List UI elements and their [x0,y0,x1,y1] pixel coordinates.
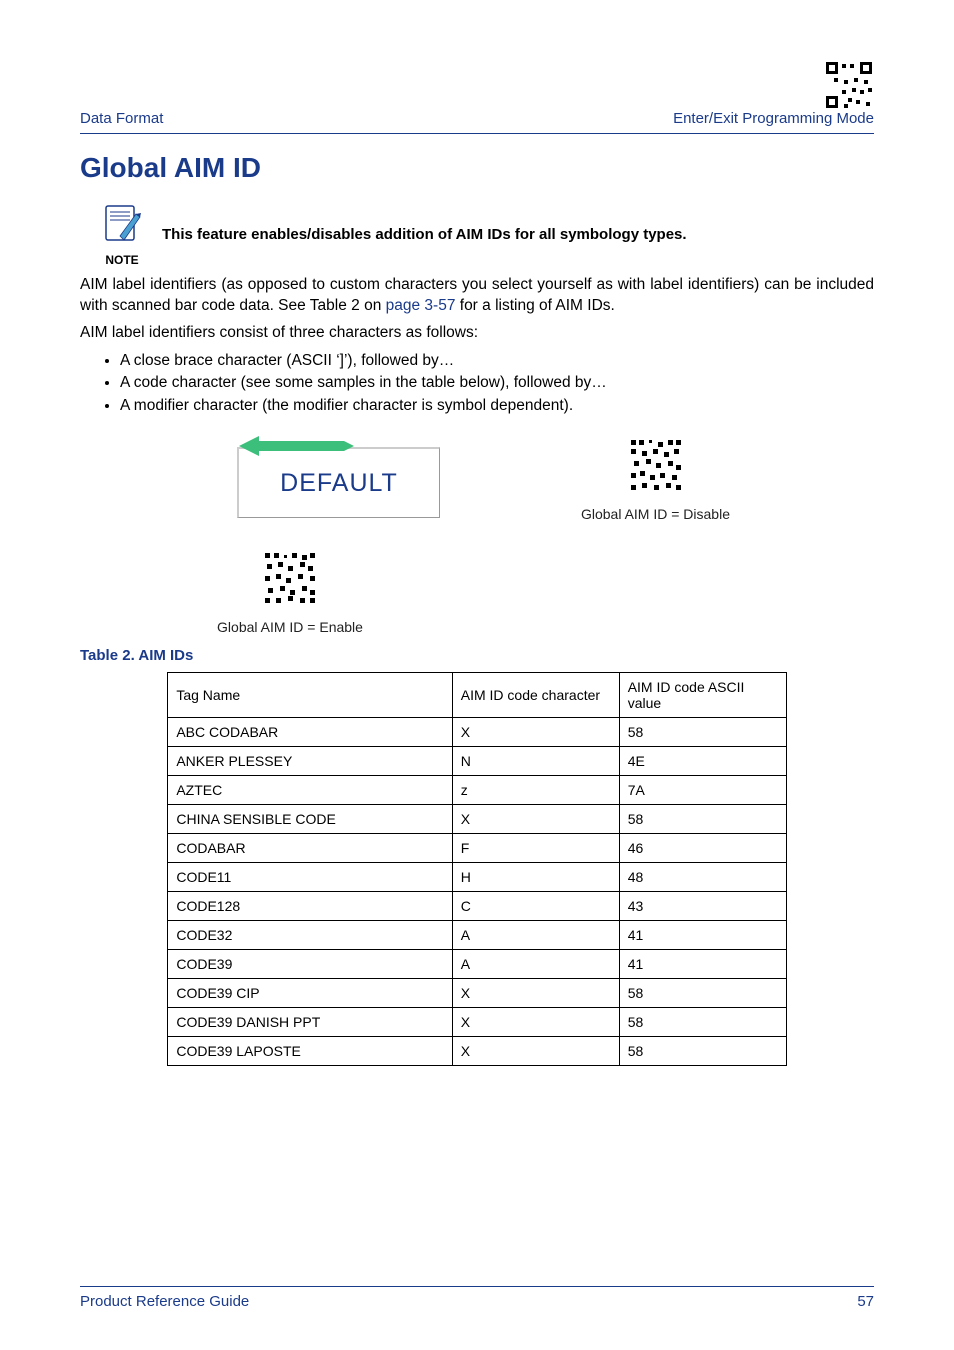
table-row: CODE39 LAPOSTEX58 [168,1037,786,1066]
table-row: CODE39A41 [168,950,786,979]
table-cell: CODE39 LAPOSTE [168,1037,452,1066]
table-cell: CODE11 [168,863,452,892]
table-cell: CODE32 [168,921,452,950]
page-link[interactable]: page 3-57 [386,297,456,314]
table-row: CODE32A41 [168,921,786,950]
table-row: CODABARF46 [168,834,786,863]
table-cell: 58 [619,805,786,834]
header-right: Enter/Exit Programming Mode [673,110,874,127]
table-header: AIM ID code character [452,673,619,718]
table-cell: CODABAR [168,834,452,863]
table-cell: 4E [619,747,786,776]
table-title: Table 2. AIM IDs [80,647,874,664]
default-label: DEFAULT [280,469,398,498]
note-block: NOTE This feature enables/disables addit… [100,202,874,267]
table-cell: A [452,950,619,979]
table-cell: CODE128 [168,892,452,921]
table-row: CODE39 DANISH PPTX58 [168,1008,786,1037]
page-footer: Product Reference Guide 57 [80,1286,874,1310]
page-header: Data Format Enter/Exit Programming M [80,60,874,134]
table-cell: ABC CODABAR [168,718,452,747]
table-cell: A [452,921,619,950]
table-cell: 46 [619,834,786,863]
table-cell: H [452,863,619,892]
table-cell: X [452,979,619,1008]
barcode-enable-caption: Global AIM ID = Enable [217,619,363,635]
barcode-enable [262,550,318,611]
list-item: A modifier character (the modifier chara… [120,395,874,417]
table-row: CODE128C43 [168,892,786,921]
footer-page-number: 57 [857,1293,874,1310]
header-left: Data Format [80,110,163,127]
list-item: A code character (see some samples in th… [120,372,874,394]
note-label: NOTE [105,253,138,267]
table-row: ANKER PLESSEYN4E [168,747,786,776]
table-header: AIM ID code ASCII value [619,673,786,718]
table-cell: X [452,1037,619,1066]
table-cell: 7A [619,776,786,805]
table-cell: X [452,718,619,747]
table-cell: 58 [619,718,786,747]
note-text: This feature enables/disables addition o… [162,226,687,243]
page-title: Global AIM ID [80,152,874,184]
table-cell: C [452,892,619,921]
footer-left: Product Reference Guide [80,1293,249,1310]
table-header-row: Tag Name AIM ID code character AIM ID co… [168,673,786,718]
table-cell: CODE39 DANISH PPT [168,1008,452,1037]
table-row: CODE11H48 [168,863,786,892]
table-cell: z [452,776,619,805]
table-row: CODE39 CIPX58 [168,979,786,1008]
table-row: AZTECz7A [168,776,786,805]
table-cell: 41 [619,950,786,979]
qr-code-icon [824,60,874,110]
barcode-disable-caption: Global AIM ID = Disable [581,506,730,522]
table-cell: CODE39 [168,950,452,979]
table-cell: 58 [619,1037,786,1066]
note-icon [100,202,144,251]
table-cell: X [452,1008,619,1037]
aim-id-table: Tag Name AIM ID code character AIM ID co… [167,672,786,1066]
table-cell: X [452,805,619,834]
table-row: CHINA SENSIBLE CODEX58 [168,805,786,834]
table-cell: 58 [619,979,786,1008]
table-cell: ANKER PLESSEY [168,747,452,776]
bullet-list: A close brace character (ASCII ‘]’), fol… [80,350,874,417]
table-header: Tag Name [168,673,452,718]
table-label: Table 2 [80,647,131,664]
table-cell: N [452,747,619,776]
arrow-icon [234,431,354,468]
table-row: ABC CODABARX58 [168,718,786,747]
table-cell: 41 [619,921,786,950]
default-indicator: DEFAULT [237,447,440,518]
table-cell: AZTEC [168,776,452,805]
table-cell: 58 [619,1008,786,1037]
barcode-disable [628,437,684,498]
table-cell: F [452,834,619,863]
table-cell: 48 [619,863,786,892]
table-name: . AIM IDs [131,647,194,664]
paragraph-1: AIM label identifiers (as opposed to cus… [80,275,874,317]
list-item: A close brace character (ASCII ‘]’), fol… [120,350,874,372]
paragraph-2: AIM label identifiers consist of three c… [80,323,874,344]
table-cell: CHINA SENSIBLE CODE [168,805,452,834]
table-cell: CODE39 CIP [168,979,452,1008]
paragraph-1-post: for a listing of AIM IDs. [455,297,614,314]
table-cell: 43 [619,892,786,921]
